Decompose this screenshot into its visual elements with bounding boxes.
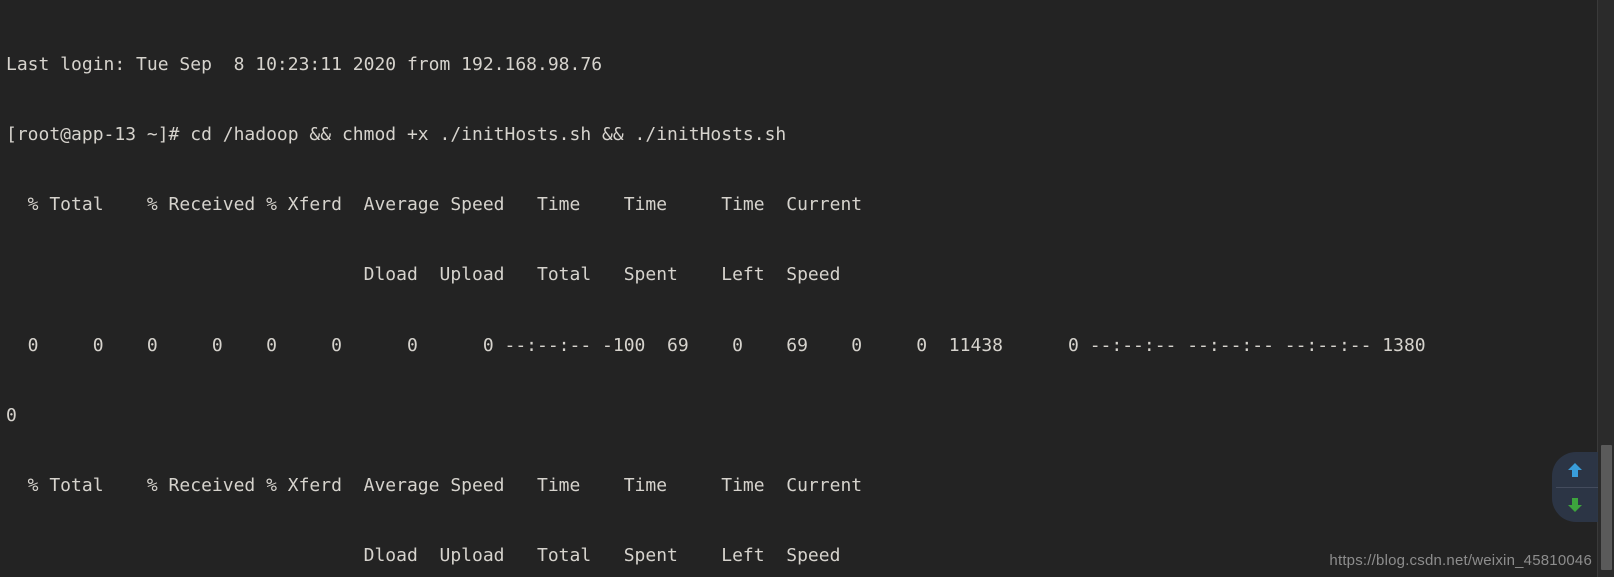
terminal-line: 0 0 0 0 0 0 0 0 --:--:-- -100 69 0 69 0 … bbox=[6, 334, 1426, 356]
scrollbar[interactable] bbox=[1597, 0, 1614, 577]
scroll-to-top-button[interactable] bbox=[1552, 452, 1598, 487]
terminal-line: Dload Upload Total Spent Left Speed bbox=[6, 264, 841, 286]
scroll-to-bottom-button[interactable] bbox=[1552, 487, 1598, 522]
arrow-down-icon bbox=[1568, 497, 1582, 512]
scroll-nav-widget[interactable] bbox=[1552, 452, 1598, 522]
terminal-line: % Total % Received % Xferd Average Speed… bbox=[6, 475, 863, 497]
scroll-nav-divider bbox=[1556, 487, 1598, 488]
terminal-output[interactable]: Last login: Tue Sep 8 10:23:11 2020 from… bbox=[0, 0, 1614, 577]
terminal-line: 0 bbox=[6, 404, 17, 426]
terminal-line-command: [root@app-13 ~]# cd /hadoop && chmod +x … bbox=[6, 124, 787, 146]
arrow-up-icon bbox=[1568, 462, 1582, 477]
terminal-window[interactable]: Last login: Tue Sep 8 10:23:11 2020 from… bbox=[0, 0, 1614, 577]
watermark-text: https://blog.csdn.net/weixin_45810046 bbox=[1329, 552, 1592, 569]
scrollbar-thumb[interactable] bbox=[1601, 445, 1612, 570]
terminal-line: % Total % Received % Xferd Average Speed… bbox=[6, 194, 863, 216]
terminal-line: Last login: Tue Sep 8 10:23:11 2020 from… bbox=[6, 53, 603, 75]
